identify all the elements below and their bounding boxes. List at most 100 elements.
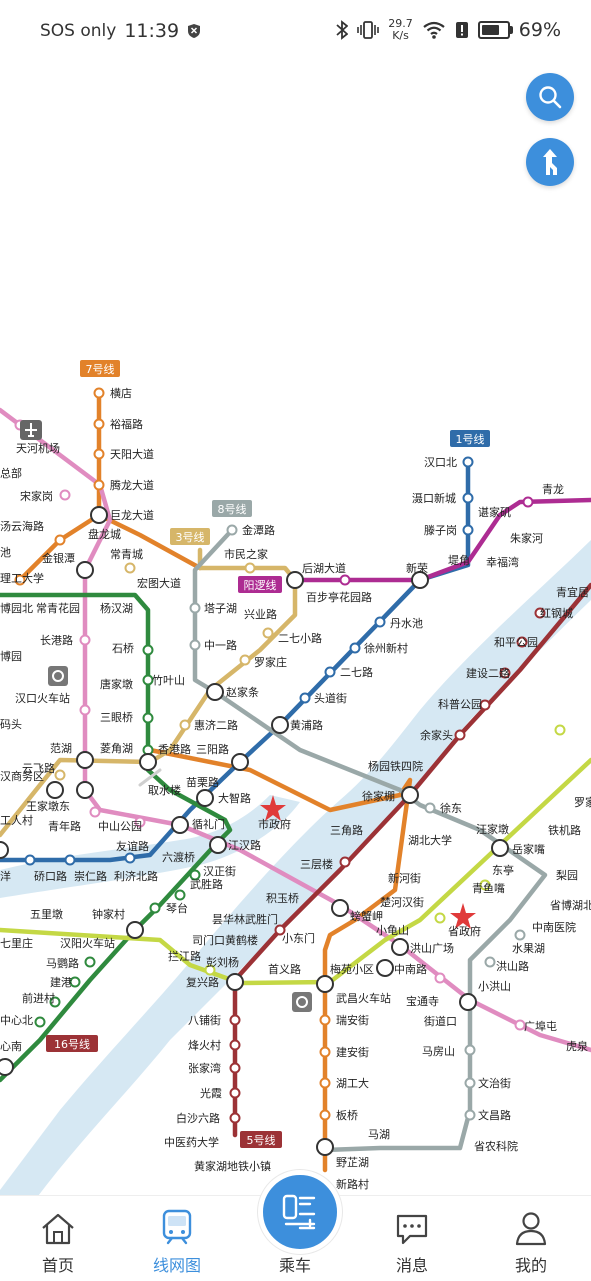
svg-text:黄浦路: 黄浦路 xyxy=(290,718,323,732)
svg-text:板桥: 板桥 xyxy=(336,1108,358,1122)
tab-mine[interactable]: 我的 xyxy=(491,1206,571,1276)
svg-text:青鱼嘴: 青鱼嘴 xyxy=(472,881,505,895)
svg-text:新路村: 新路村 xyxy=(336,1177,369,1191)
svg-text:总部: 总部 xyxy=(0,466,22,480)
search-button[interactable] xyxy=(526,73,574,121)
svg-text:石桥: 石桥 xyxy=(112,642,134,655)
svg-text:汉商务区: 汉商务区 xyxy=(0,769,44,783)
svg-text:池: 池 xyxy=(0,546,11,559)
net-speed: 29.7 K/s xyxy=(388,17,413,42)
svg-text:白沙六路: 白沙六路 xyxy=(176,1111,220,1125)
ride-button[interactable] xyxy=(258,1170,342,1254)
svg-text:博园: 博园 xyxy=(0,650,22,663)
svg-text:循礼门: 循礼门 xyxy=(192,817,225,831)
svg-text:洪山广场: 洪山广场 xyxy=(410,941,454,955)
svg-text:范湖: 范湖 xyxy=(50,741,72,755)
svg-text:市民之家: 市民之家 xyxy=(224,547,268,561)
svg-text:宝通寺: 宝通寺 xyxy=(406,994,439,1008)
svg-text:湖北大学: 湖北大学 xyxy=(408,833,452,847)
tab-network[interactable]: 线网图 xyxy=(137,1206,217,1276)
svg-text:3号线: 3号线 xyxy=(176,530,205,544)
svg-text:张家湾: 张家湾 xyxy=(188,1061,221,1075)
svg-text:文治街: 文治街 xyxy=(478,1076,511,1090)
status-left: SOS only 11:39 xyxy=(40,20,201,42)
svg-text:阳逻线: 阳逻线 xyxy=(244,578,277,592)
svg-text:省政府: 省政府 xyxy=(448,924,481,938)
svg-text:汉正街: 汉正街 xyxy=(203,864,236,878)
svg-text:王家墩东: 王家墩东 xyxy=(26,799,70,813)
svg-text:小东门: 小东门 xyxy=(282,931,315,945)
svg-text:东亭: 东亭 xyxy=(492,863,514,877)
svg-text:幸福湾: 幸福湾 xyxy=(486,555,519,569)
svg-text:八铺街: 八铺街 xyxy=(188,1013,221,1027)
svg-text:苗栗路: 苗栗路 xyxy=(186,776,219,789)
svg-text:腾龙大道: 腾龙大道 xyxy=(110,478,154,492)
svg-text:梅苑小区: 梅苑小区 xyxy=(330,962,374,976)
svg-text:理工大学: 理工大学 xyxy=(0,571,44,585)
route-button[interactable] xyxy=(526,138,574,186)
svg-text:昙华林武胜门: 昙华林武胜门 xyxy=(212,912,278,926)
svg-text:金银潭: 金银潭 xyxy=(42,551,75,565)
svg-text:巨龙大道: 巨龙大道 xyxy=(110,508,154,522)
svg-text:天河机场: 天河机场 xyxy=(16,441,60,455)
svg-text:徐州新村: 徐州新村 xyxy=(364,641,408,655)
tab-messages[interactable]: 消息 xyxy=(372,1206,452,1276)
home-icon xyxy=(42,1213,74,1245)
svg-text:青宜居: 青宜居 xyxy=(556,585,589,599)
svg-text:武昌火车站: 武昌火车站 xyxy=(336,991,391,1005)
svg-text:16号线: 16号线 xyxy=(54,1037,90,1051)
svg-text:江汉路: 江汉路 xyxy=(228,839,261,852)
svg-text:崇仁路: 崇仁路 xyxy=(74,870,107,883)
svg-text:三层楼: 三层楼 xyxy=(300,857,333,871)
search-icon xyxy=(539,86,562,109)
tab-home[interactable]: 首页 xyxy=(18,1206,98,1276)
svg-text:马房山: 马房山 xyxy=(422,1045,455,1058)
svg-text:前进村: 前进村 xyxy=(22,991,55,1005)
svg-text:杨汉湖: 杨汉湖 xyxy=(100,601,133,615)
svg-text:建安街: 建安街 xyxy=(336,1045,369,1059)
carrier-text: SOS only xyxy=(40,21,117,41)
svg-text:彭刘杨: 彭刘杨 xyxy=(206,955,239,969)
svg-text:金潭路: 金潭路 xyxy=(242,523,275,537)
svg-text:二七小路: 二七小路 xyxy=(278,632,322,645)
svg-text:天阳大道: 天阳大道 xyxy=(110,447,154,461)
svg-text:楚河汉街: 楚河汉街 xyxy=(380,895,424,909)
svg-text:堤角: 堤角 xyxy=(448,554,470,567)
svg-text:建港: 建港 xyxy=(50,975,72,989)
svg-text:杨园铁四院: 杨园铁四院 xyxy=(368,759,423,773)
alert-icon xyxy=(455,22,468,38)
svg-text:新荣: 新荣 xyxy=(406,561,428,575)
svg-text:汪家墩: 汪家墩 xyxy=(476,822,509,836)
svg-text:后湖大道: 后湖大道 xyxy=(302,561,346,575)
svg-text:百步亭花园路: 百步亭花园路 xyxy=(306,590,372,604)
svg-text:和平公园: 和平公园 xyxy=(494,636,538,649)
svg-text:铁机路: 铁机路 xyxy=(548,823,581,837)
svg-text:谌家矶: 谌家矶 xyxy=(478,505,511,519)
svg-text:心南: 心南 xyxy=(0,1040,22,1053)
svg-text:红钢城: 红钢城 xyxy=(540,607,573,620)
wifi-icon xyxy=(423,21,445,39)
tab-home-label: 首页 xyxy=(41,1256,74,1275)
svg-text:黄家湖地铁小镇: 黄家湖地铁小镇 xyxy=(194,1159,271,1173)
svg-text:徐家棚: 徐家棚 xyxy=(362,789,395,803)
svg-text:虎泉: 虎泉 xyxy=(566,1039,588,1053)
svg-text:省博湖北: 省博湖北 xyxy=(550,899,591,912)
svg-text:青年路: 青年路 xyxy=(48,819,81,833)
svg-text:中心北: 中心北 xyxy=(0,1014,33,1027)
tab-mine-label: 我的 xyxy=(514,1256,547,1275)
svg-text:琴台: 琴台 xyxy=(166,901,188,915)
svg-text:湖工大: 湖工大 xyxy=(336,1076,369,1090)
status-right: 29.7 K/s 69% xyxy=(336,18,561,42)
metro-map-svg[interactable]: 7号线 1号线 8号线 3号线 阳逻线 16号线 5号线 横店 裕福路 天阳大道… xyxy=(0,350,591,1200)
metro-map[interactable]: 7号线 1号线 8号线 3号线 阳逻线 16号线 5号线 横店 裕福路 天阳大道… xyxy=(0,350,591,1200)
svg-text:利济北路: 利济北路 xyxy=(114,869,158,883)
bluetooth-icon xyxy=(336,20,349,40)
svg-text:五里墩: 五里墩 xyxy=(30,907,63,921)
tab-ride-label[interactable]: 乘车 xyxy=(255,1252,335,1276)
svg-text:青龙: 青龙 xyxy=(542,483,564,496)
train-icon xyxy=(162,1209,192,1245)
svg-text:5号线: 5号线 xyxy=(247,1133,276,1147)
svg-text:积玉桥: 积玉桥 xyxy=(266,892,299,905)
svg-text:瑞安街: 瑞安街 xyxy=(336,1013,369,1027)
svg-text:1号线: 1号线 xyxy=(456,432,485,446)
